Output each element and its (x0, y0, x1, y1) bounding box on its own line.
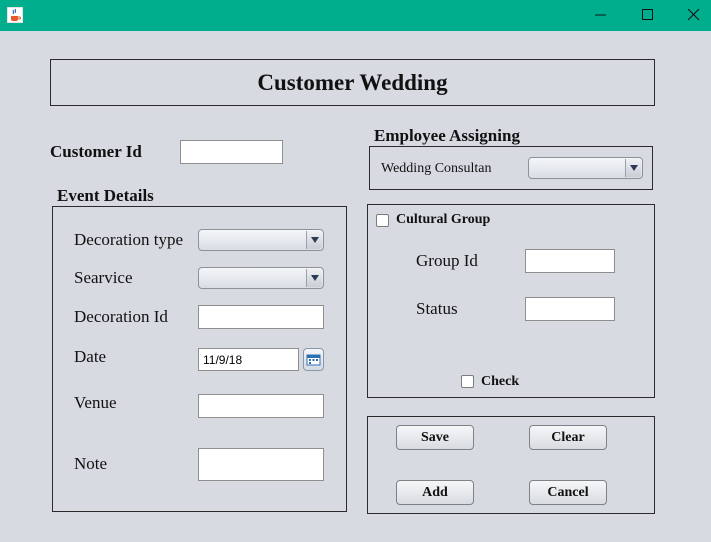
service-dropdown[interactable] (198, 267, 324, 289)
window-titlebar[interactable] (0, 0, 711, 31)
date-picker-button[interactable] (303, 348, 324, 371)
note-textarea[interactable] (198, 448, 324, 481)
venue-label: Venue (74, 393, 117, 412)
event-details-panel: Decoration type Searvice Decoration Id D… (52, 206, 347, 512)
cancel-button[interactable]: Cancel (529, 480, 607, 505)
close-button[interactable] (671, 0, 711, 31)
status-label: Status (416, 299, 458, 318)
date-label: Date (74, 347, 107, 366)
minimize-icon (595, 14, 606, 16)
wedding-consultant-label: Wedding Consultan (381, 161, 492, 176)
chevron-down-icon (625, 159, 641, 177)
wedding-consultant-dropdown[interactable] (528, 157, 643, 179)
java-cup-icon (6, 6, 24, 24)
customer-id-label: Customer Id (50, 142, 142, 161)
save-button[interactable]: Save (396, 425, 474, 450)
page-title: Customer Wedding (257, 70, 448, 95)
group-id-input[interactable] (525, 249, 615, 273)
check-label: Check (481, 374, 520, 389)
maximize-button[interactable] (625, 0, 671, 31)
employee-assigning-panel: Wedding Consultan (369, 146, 653, 190)
decoration-id-input[interactable] (198, 305, 324, 329)
venue-input[interactable] (198, 394, 324, 418)
cultural-group-panel: Cultural Group Group Id Status Check (367, 204, 655, 398)
customer-id-input[interactable] (180, 140, 283, 164)
minimize-button[interactable] (578, 0, 624, 31)
check-checkbox[interactable] (461, 375, 474, 388)
clear-button[interactable]: Clear (529, 425, 607, 450)
maximize-icon (642, 9, 653, 20)
chevron-down-icon (306, 269, 322, 287)
event-details-label: Event Details (57, 186, 154, 205)
decoration-type-dropdown[interactable] (198, 229, 324, 251)
decoration-id-label: Decoration Id (74, 307, 168, 326)
cultural-group-label: Cultural Group (396, 212, 491, 227)
group-id-label: Group Id (416, 251, 478, 270)
employee-assigning-label: Employee Assigning (374, 126, 520, 145)
calendar-icon (306, 354, 321, 366)
header-panel: Customer Wedding (50, 59, 655, 106)
decoration-type-label: Decoration type (74, 230, 184, 249)
date-input[interactable] (198, 348, 299, 371)
actions-panel: Save Clear Add Cancel (367, 416, 655, 514)
chevron-down-icon (306, 231, 322, 249)
note-label: Note (74, 454, 108, 473)
close-icon (688, 9, 700, 21)
status-input[interactable] (525, 297, 615, 321)
service-label: Searvice (74, 268, 133, 287)
add-button[interactable]: Add (396, 480, 474, 505)
cultural-group-checkbox[interactable] (376, 214, 389, 227)
